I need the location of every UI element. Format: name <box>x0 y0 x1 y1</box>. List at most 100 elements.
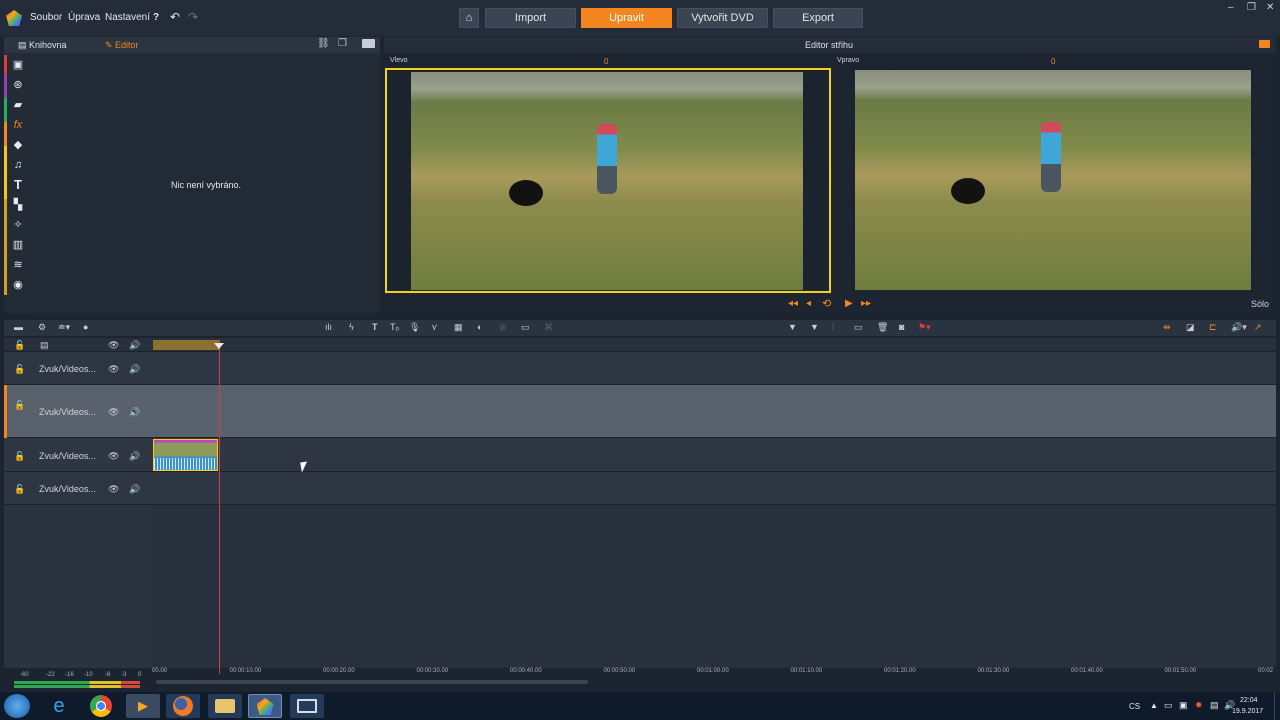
track-name[interactable]: Zvuk/Videos... <box>39 407 96 417</box>
speaker-icon[interactable]: 🔊 <box>129 451 140 462</box>
record-icon[interactable]: ● <box>83 322 88 332</box>
tray-alert-icon[interactable]: ✹ <box>1195 700 1203 711</box>
step-back-icon[interactable]: ◂ <box>806 298 811 309</box>
loop-icon[interactable]: ⟲ <box>822 297 831 310</box>
menu-disc-icon[interactable]: ✧ <box>10 217 26 233</box>
track-list-icon[interactable]: ▤ <box>40 340 49 351</box>
lock-icon[interactable]: 🔓 <box>14 340 25 351</box>
lock-icon[interactable]: 🔓 <box>14 451 25 462</box>
eye-icon[interactable]: 👁 <box>108 340 119 351</box>
trim-icon[interactable]: ▭ <box>854 322 863 333</box>
track-name[interactable]: Zvuk/Videos... <box>39 451 96 461</box>
transition-tool-icon[interactable]: ⇹ <box>1163 322 1171 333</box>
delete-icon[interactable]: 🗑 <box>877 322 888 333</box>
export-button[interactable]: Export <box>773 8 863 28</box>
close-icon[interactable]: ✕ <box>1266 2 1274 13</box>
redo-icon[interactable]: ↷ <box>188 10 198 24</box>
storyboard-icon[interactable]: ▦ <box>454 322 463 333</box>
playhead[interactable] <box>219 340 220 674</box>
clock-time[interactable]: 22:04 <box>1240 697 1258 704</box>
minimize-icon[interactable]: – <box>1228 2 1234 13</box>
tray-network-icon[interactable]: ▤ <box>1210 700 1219 711</box>
lock-icon[interactable]: 🔓 <box>14 484 25 495</box>
chrome-icon[interactable] <box>90 695 112 717</box>
tray-device-icon[interactable]: ▭ <box>1164 700 1173 711</box>
disc-icon[interactable]: ◉ <box>10 277 26 293</box>
layout-icon[interactable] <box>362 39 375 48</box>
tray-monitor-icon[interactable]: ▣ <box>1179 700 1188 711</box>
lock-icon[interactable]: 🔓 <box>14 400 25 411</box>
video-clip[interactable] <box>153 439 218 471</box>
razor-icon[interactable]: ϟ <box>349 322 354 332</box>
tray-expand-icon[interactable]: ▲ <box>1150 701 1158 710</box>
video-icon[interactable]: ▣ <box>10 57 26 73</box>
tab-library[interactable]: ▤ Knihovna <box>18 40 67 51</box>
create-dvd-button[interactable]: Vytvořit DVD <box>677 8 768 28</box>
playhead-handle[interactable] <box>214 343 224 349</box>
audio-wave-icon[interactable]: ≋ <box>10 257 26 273</box>
work-area-bar[interactable] <box>153 340 219 350</box>
transition-icon[interactable]: ◆ <box>10 137 26 153</box>
marker-in-icon[interactable]: ▼ <box>788 322 797 332</box>
menu-edit[interactable]: Úprava <box>68 12 100 23</box>
montage-icon[interactable]: ▚ <box>10 197 26 213</box>
music-icon[interactable]: ♫ <box>10 157 26 173</box>
internet-explorer-icon[interactable]: e <box>42 694 76 718</box>
dynamic-length-icon[interactable]: ◪ <box>1186 322 1195 333</box>
speaker-icon[interactable]: 🔊 <box>129 407 140 418</box>
track-row[interactable] <box>4 352 1276 385</box>
subtitle-icon[interactable]: Tₒ <box>390 322 399 332</box>
track-row-selected[interactable] <box>4 385 1276 438</box>
audio-mixer-icon[interactable]: ılı <box>325 322 332 332</box>
scorefitter-icon[interactable]: ▭ <box>521 322 530 333</box>
time-ruler[interactable]: 00.00 00:00:10.00 00:00:20.00 00:00:30.00 00… <box>152 664 1276 678</box>
show-desktop-button[interactable] <box>1274 692 1280 720</box>
split-icon[interactable]: ⫶ <box>832 322 834 333</box>
step-forward-icon[interactable]: ▸▸ <box>861 298 871 309</box>
copy-icon[interactable]: ❐ <box>338 38 347 49</box>
go-to-start-icon[interactable]: ◂◂ <box>788 298 798 309</box>
marker-out-icon[interactable]: ▼ <box>810 322 819 332</box>
track-name[interactable]: Zvuk/Videos... <box>39 484 96 494</box>
scrub-icon[interactable]: ↗ <box>1254 322 1262 333</box>
restore-icon[interactable]: ❐ <box>1247 2 1256 13</box>
eye-icon[interactable]: 👁 <box>108 407 119 418</box>
play-icon[interactable]: ▶ <box>845 298 853 309</box>
screen-recorder-icon[interactable] <box>290 694 324 718</box>
editor-layout-icon[interactable] <box>1259 40 1270 48</box>
undo-icon[interactable]: ↶ <box>170 10 180 24</box>
help-button[interactable]: ? <box>153 12 159 23</box>
menu-file[interactable]: Soubor <box>30 12 62 23</box>
eye-icon[interactable]: 👁 <box>108 484 119 495</box>
tab-editor[interactable]: ✎ Editor <box>105 40 139 51</box>
speaker-icon[interactable]: 🔊 <box>129 340 140 351</box>
snapshot-icon[interactable]: ◙ <box>899 322 904 332</box>
language-indicator[interactable]: CS <box>1129 702 1140 711</box>
home-button[interactable]: ⌂ <box>459 8 479 28</box>
marker-icon[interactable]: ⚑▾ <box>918 322 931 333</box>
speaker-icon[interactable]: 🔊 <box>129 364 140 375</box>
projects-icon[interactable]: ⊛ <box>10 77 26 93</box>
clock-date[interactable]: 19.9.2017 <box>1232 708 1263 715</box>
photo-icon[interactable]: ▰ <box>10 97 26 113</box>
media-player-icon[interactable]: ▶ <box>126 694 160 718</box>
speaker-icon[interactable]: 🔊 <box>129 484 140 495</box>
eye-icon[interactable]: 👁 <box>108 364 119 375</box>
color-icon[interactable]: ◐ <box>477 322 482 332</box>
ruler-scrollbar[interactable] <box>156 680 588 684</box>
effects-icon[interactable]: fx <box>10 117 26 133</box>
edit-button[interactable]: Upravit <box>581 8 672 28</box>
file-explorer-icon[interactable] <box>208 694 242 718</box>
track-name[interactable]: Zvuk/Videos... <box>39 364 96 374</box>
solo-label[interactable]: Sólo <box>1251 299 1269 309</box>
title-icon[interactable]: T <box>10 177 26 193</box>
film-icon[interactable]: ▥ <box>10 237 26 253</box>
start-button[interactable] <box>4 694 30 718</box>
track-options-icon[interactable]: ≐▾ <box>58 322 70 333</box>
menu-settings[interactable]: Nastavení <box>105 12 150 23</box>
left-preview[interactable] <box>385 68 831 293</box>
link-icon[interactable]: ⛓ <box>317 38 330 49</box>
timeline-settings-icon[interactable]: ⚙ <box>38 322 46 333</box>
insert-mode-icon[interactable]: ⊏ <box>1209 322 1217 333</box>
timeline-view-icon[interactable]: ▬ <box>14 322 23 332</box>
